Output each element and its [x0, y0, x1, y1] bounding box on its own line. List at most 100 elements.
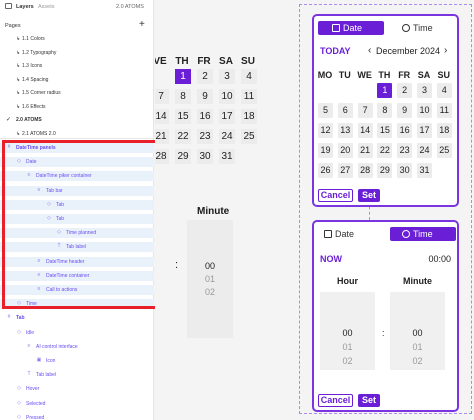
page-item[interactable]: ✓ 2.0 ATOMS: [0, 115, 154, 125]
page-item[interactable]: ↳ 1.1 Colors: [0, 34, 154, 44]
page-item[interactable]: ↳ 1.5 Corner radius: [0, 88, 154, 98]
layer-row[interactable]: ◇ Selected: [0, 399, 154, 409]
panel-tab-bar: Layers Assets 2.0 ATOMS: [0, 0, 154, 14]
day-cell[interactable]: 6: [337, 103, 353, 118]
layer-type-icon: ≡: [27, 342, 31, 349]
tab-layers[interactable]: Layers: [16, 4, 34, 10]
day-cell[interactable]: 10: [417, 103, 432, 118]
day-cell[interactable]: 4: [436, 83, 452, 98]
hour-value[interactable]: 00: [320, 328, 375, 338]
layer-row[interactable]: ◇ Hover: [0, 384, 154, 394]
day-cell[interactable]: 7: [357, 103, 373, 118]
day-cell[interactable]: 27: [337, 163, 353, 178]
minute-value[interactable]: 02: [390, 356, 445, 366]
layer-row[interactable]: T Tab label: [0, 370, 154, 380]
layer-label: Tab label: [36, 372, 57, 379]
tab-time[interactable]: Time: [402, 21, 452, 35]
layer-type-icon: ◇: [17, 385, 21, 392]
day-cell[interactable]: 11: [436, 103, 452, 118]
day-cell[interactable]: 26: [318, 163, 333, 178]
tab-date[interactable]: Date: [318, 21, 384, 35]
minute-value[interactable]: 00: [390, 328, 445, 338]
hour-value[interactable]: 01: [320, 342, 375, 352]
tab-assets[interactable]: Assets: [38, 4, 55, 10]
layer-type-icon: #: [7, 314, 11, 321]
now-button[interactable]: NOW: [320, 254, 342, 264]
page-item[interactable]: ↳ 1.4 Spacing: [0, 75, 154, 85]
design-canvas[interactable]: VE TH FR SA SU 1 2 3 4 7 8 9 10 11 14 15 16 17 18 21 22 23 24 2…: [155, 0, 474, 420]
day-cell[interactable]: 1: [377, 83, 393, 98]
clock-icon: [402, 24, 410, 32]
page-item-label: 1.6 Effects: [22, 103, 46, 110]
day-cell[interactable]: 9: [397, 103, 413, 118]
layer-row[interactable]: ◇ Pressed: [0, 413, 154, 420]
set-button[interactable]: Set: [358, 189, 380, 202]
add-page-button[interactable]: +: [139, 19, 145, 30]
layer-type-icon: ◇: [17, 328, 21, 335]
layer-type-icon: ◇: [17, 413, 21, 420]
day-cell[interactable]: 23: [397, 143, 413, 158]
layer-row[interactable]: ◇ Idle: [0, 328, 154, 338]
day-cell[interactable]: 25: [436, 143, 452, 158]
background-day: 8: [175, 89, 191, 104]
background-day: 21: [155, 129, 169, 144]
sidebar-toggle-icon[interactable]: [5, 3, 12, 9]
page-item-label: 2.0 ATOMS: [16, 117, 42, 123]
tab-time[interactable]: Time: [390, 227, 456, 241]
layer-type-icon: ◇: [17, 399, 21, 406]
page-item[interactable]: ↳ 1.3 Icons: [0, 61, 154, 71]
cancel-button[interactable]: Cancel: [318, 394, 353, 407]
day-cell[interactable]: 8: [377, 103, 393, 118]
day-cell[interactable]: 17: [417, 123, 432, 138]
day-cell[interactable]: 13: [337, 123, 353, 138]
background-day: 10: [219, 89, 235, 104]
page-item[interactable]: ↳ 2.1 ATOMS 2.0: [0, 129, 154, 139]
day-cell[interactable]: 16: [397, 123, 413, 138]
day-cell[interactable]: 31: [417, 163, 432, 178]
next-month-button[interactable]: ›: [444, 45, 447, 56]
day-cell[interactable]: 30: [397, 163, 413, 178]
day-cell[interactable]: 22: [377, 143, 393, 158]
day-cell[interactable]: 2: [397, 83, 413, 98]
day-cell[interactable]: 12: [318, 123, 333, 138]
day-cell[interactable]: 3: [417, 83, 432, 98]
set-button[interactable]: Set: [358, 394, 380, 407]
cancel-button[interactable]: Cancel: [318, 189, 353, 202]
background-day: 30: [197, 149, 213, 164]
layer-row[interactable]: ▣ Icon: [0, 356, 154, 366]
month-label: December 2024: [376, 46, 441, 56]
layer-label: AI control interface: [36, 343, 78, 350]
day-cell[interactable]: 18: [436, 123, 452, 138]
background-day: 31: [219, 149, 235, 164]
background-weekday: TH: [175, 56, 189, 67]
weekday-label: MO: [317, 70, 333, 80]
layer-type-icon: ▣: [36, 357, 42, 363]
page-item[interactable]: ↳ 1.2 Typography: [0, 48, 154, 58]
calendar-icon: [324, 230, 332, 238]
background-day: 4: [241, 69, 257, 84]
today-button[interactable]: TODAY: [320, 46, 351, 56]
hour-label: Hour: [337, 276, 358, 286]
layers-panel: Layers Assets 2.0 ATOMS Pages + ↳ 1.1 Col…: [0, 0, 159, 420]
background-day: 25: [241, 129, 257, 144]
minute-value[interactable]: 01: [390, 342, 445, 352]
layer-row[interactable]: # Tab: [0, 313, 154, 323]
day-cell[interactable]: 14: [357, 123, 373, 138]
page-item[interactable]: ↳ 1.6 Effects: [0, 102, 154, 112]
current-page-dropdown[interactable]: 2.0 ATOMS: [116, 4, 144, 10]
prev-month-button[interactable]: ‹: [368, 45, 371, 56]
tab-date[interactable]: Date: [324, 227, 374, 241]
layer-row[interactable]: ≡ AI control interface: [0, 342, 154, 352]
day-cell[interactable]: 20: [337, 143, 353, 158]
day-cell[interactable]: 28: [357, 163, 373, 178]
day-cell[interactable]: 24: [417, 143, 432, 158]
clock-icon: [402, 230, 410, 238]
day-cell[interactable]: 5: [318, 103, 333, 118]
day-cell[interactable]: 19: [318, 143, 333, 158]
hour-value[interactable]: 02: [320, 356, 375, 366]
background-day: 22: [175, 129, 191, 144]
day-cell[interactable]: 15: [377, 123, 393, 138]
background-day: 9: [197, 89, 213, 104]
day-cell[interactable]: 21: [357, 143, 373, 158]
day-cell[interactable]: 29: [377, 163, 393, 178]
